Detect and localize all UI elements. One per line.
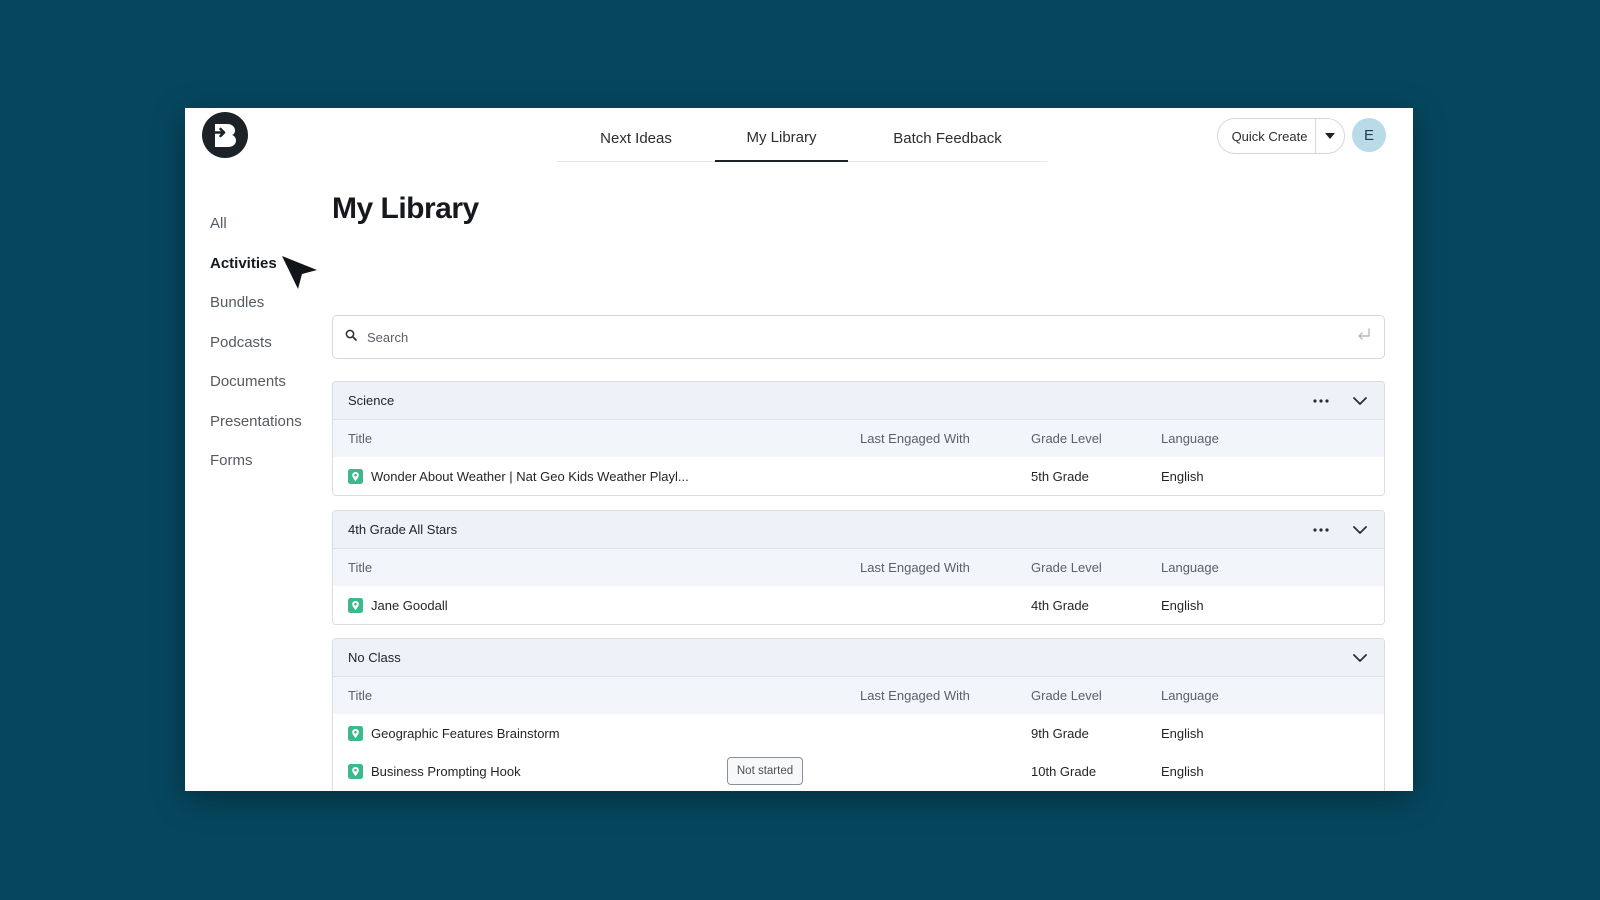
- table-header-row: Title Last Engaged With Grade Level Lang…: [333, 677, 1384, 714]
- group-header: Science: [333, 382, 1384, 420]
- table-header-row: Title Last Engaged With Grade Level Lang…: [333, 549, 1384, 586]
- column-header-language[interactable]: Language: [1161, 420, 1219, 457]
- grade-level-value: 4th Grade: [1031, 597, 1089, 613]
- table-row[interactable]: Business Prompting Hook Not started 10th…: [333, 752, 1384, 790]
- tab-batch-feedback[interactable]: Batch Feedback: [848, 114, 1047, 162]
- activity-pin-icon: [348, 763, 363, 779]
- brand-logo-icon[interactable]: [202, 112, 248, 158]
- tab-my-library[interactable]: My Library: [715, 114, 848, 162]
- activity-title-cell: Wonder About Weather | Nat Geo Kids Weat…: [348, 457, 689, 495]
- language-value: English: [1161, 468, 1204, 484]
- group-header: No Class: [333, 639, 1384, 677]
- grade-level-value: 10th Grade: [1031, 763, 1097, 779]
- sidebar-item-presentations[interactable]: Presentations: [210, 402, 340, 442]
- column-header-last-engaged[interactable]: Last Engaged With: [860, 677, 970, 714]
- grade-level-value: 9th Grade: [1031, 725, 1089, 741]
- group-header: 4th Grade All Stars: [333, 511, 1384, 549]
- class-group-4th-grade-all-stars: 4th Grade All Stars Title Last Engaged W…: [332, 510, 1385, 625]
- activity-pin-icon: [348, 725, 363, 741]
- activity-title[interactable]: Wonder About Weather | Nat Geo Kids Weat…: [371, 469, 689, 484]
- column-header-title[interactable]: Title: [348, 549, 372, 586]
- chevron-down-icon[interactable]: [1350, 648, 1370, 668]
- column-header-grade[interactable]: Grade Level: [1031, 549, 1102, 586]
- grade-level-value: 5th Grade: [1031, 468, 1089, 484]
- column-header-grade[interactable]: Grade Level: [1031, 677, 1102, 714]
- more-options-icon[interactable]: [1310, 391, 1332, 411]
- activity-title-cell: Business Prompting Hook: [348, 752, 521, 790]
- activity-title-cell: Jane Goodall: [348, 586, 448, 624]
- mouse-pointer-icon: [281, 253, 319, 296]
- page-title: My Library: [332, 192, 479, 225]
- activity-title-cell: Geographic Features Brainstorm: [348, 714, 560, 752]
- more-options-icon[interactable]: [1310, 520, 1332, 540]
- caret-down-icon[interactable]: [1316, 119, 1344, 153]
- sidebar-item-documents[interactable]: Documents: [210, 362, 340, 402]
- search-bar: [332, 315, 1385, 359]
- table-header-row: Title Last Engaged With Grade Level Lang…: [333, 420, 1384, 457]
- sidebar-item-forms[interactable]: Forms: [210, 441, 340, 481]
- language-value: English: [1161, 763, 1204, 779]
- table-row[interactable]: Jane Goodall 4th Grade English: [333, 586, 1384, 624]
- group-name: 4th Grade All Stars: [348, 522, 458, 537]
- library-sidebar: All Activities Bundles Podcasts Document…: [210, 204, 340, 481]
- user-avatar[interactable]: E: [1352, 118, 1386, 152]
- sidebar-item-bundles[interactable]: Bundles: [210, 283, 340, 323]
- activity-pin-icon: [348, 468, 363, 484]
- top-navigation: Next Ideas My Library Batch Feedback: [557, 114, 1047, 162]
- activity-pin-icon: [348, 597, 363, 613]
- table-row[interactable]: Wonder About Weather | Nat Geo Kids Weat…: [333, 457, 1384, 495]
- language-value: English: [1161, 725, 1204, 741]
- tab-next-ideas[interactable]: Next Ideas: [557, 114, 715, 162]
- column-header-last-engaged[interactable]: Last Engaged With: [860, 420, 970, 457]
- column-header-title[interactable]: Title: [348, 677, 372, 714]
- search-icon: [345, 328, 357, 346]
- quick-create-button[interactable]: Quick Create: [1218, 129, 1315, 144]
- quick-create-split-button: Quick Create: [1217, 118, 1345, 154]
- chevron-down-icon[interactable]: [1350, 391, 1370, 411]
- enter-return-icon[interactable]: [1356, 327, 1372, 348]
- column-header-language[interactable]: Language: [1161, 677, 1219, 714]
- sidebar-item-activities[interactable]: Activities: [210, 244, 340, 284]
- chevron-down-icon[interactable]: [1350, 520, 1370, 540]
- sidebar-item-podcasts[interactable]: Podcasts: [210, 323, 340, 363]
- column-header-language[interactable]: Language: [1161, 549, 1219, 586]
- column-header-grade[interactable]: Grade Level: [1031, 420, 1102, 457]
- app-window: Next Ideas My Library Batch Feedback Qui…: [185, 108, 1413, 791]
- sidebar-item-all[interactable]: All: [210, 204, 340, 244]
- class-group-no-class: No Class Title Last Engaged With Grade L…: [332, 638, 1385, 791]
- activity-title[interactable]: Geographic Features Brainstorm: [371, 726, 560, 741]
- activity-title[interactable]: Business Prompting Hook: [371, 764, 521, 779]
- language-value: English: [1161, 597, 1204, 613]
- status-badge: Not started: [727, 757, 803, 785]
- table-row[interactable]: Geographic Features Brainstorm 9th Grade…: [333, 714, 1384, 752]
- group-name: Science: [348, 393, 395, 408]
- search-input[interactable]: [367, 329, 1356, 345]
- column-header-last-engaged[interactable]: Last Engaged With: [860, 549, 970, 586]
- class-group-science: Science Title Last Engaged With Grade Le…: [332, 381, 1385, 496]
- group-name: No Class: [348, 650, 401, 665]
- column-header-title[interactable]: Title: [348, 420, 372, 457]
- activity-title[interactable]: Jane Goodall: [371, 598, 448, 613]
